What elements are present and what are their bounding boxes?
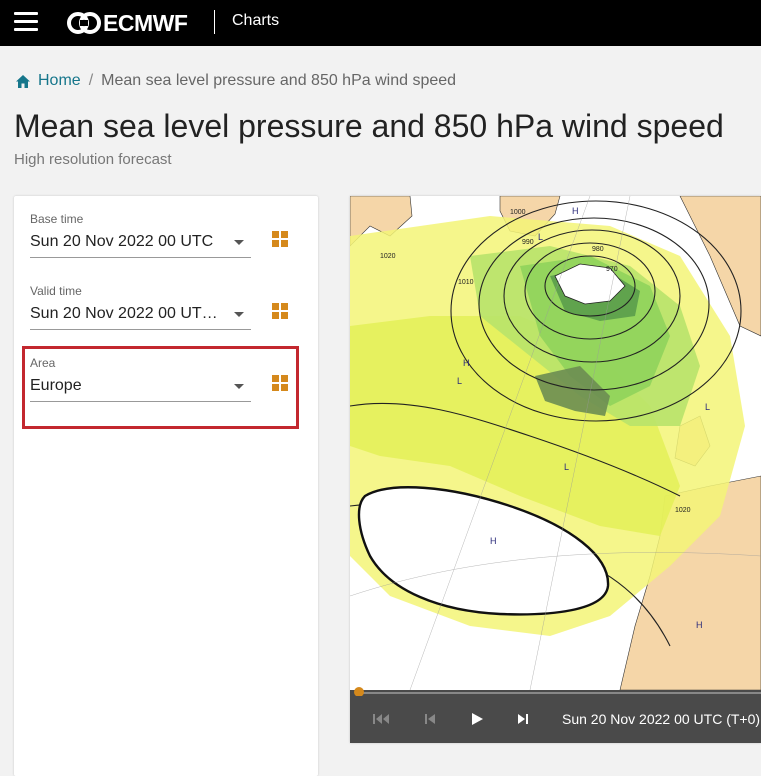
ecmwf-logo-mark-icon bbox=[67, 12, 101, 34]
breadcrumb-separator: / bbox=[88, 72, 94, 89]
chart-options-panel: Base time Sun 20 Nov 2022 00 UTC Valid t… bbox=[14, 196, 318, 776]
isobar-label: 1010 bbox=[458, 279, 474, 286]
breadcrumb: Home / Mean sea level pressure and 850 h… bbox=[15, 72, 456, 90]
isobar-label: 1020 bbox=[675, 507, 691, 514]
weather-map[interactable]: 1000 990 980 970 1010 1020 1020 H L H L … bbox=[350, 196, 761, 690]
isobar-label: 1000 bbox=[510, 209, 526, 216]
isobar-label: 970 bbox=[606, 266, 618, 273]
base-time-grid-icon[interactable] bbox=[272, 231, 288, 247]
brand-name: ECMWF bbox=[103, 9, 188, 36]
pressure-marker: H bbox=[572, 206, 579, 216]
valid-time-value: Sun 20 Nov 2022 00 UTC (T+0) bbox=[30, 305, 225, 322]
breadcrumb-home-link[interactable]: Home bbox=[38, 72, 81, 90]
home-icon[interactable] bbox=[15, 74, 31, 89]
chart-viewer: 1000 990 980 970 1010 1020 1020 H L H L … bbox=[350, 196, 761, 743]
pressure-marker: H bbox=[490, 536, 497, 546]
player-controls: Sun 20 Nov 2022 00 UTC (T+0) bbox=[350, 696, 761, 743]
previous-icon[interactable] bbox=[420, 710, 440, 728]
pressure-marker: L bbox=[564, 462, 569, 472]
valid-time-select[interactable]: Sun 20 Nov 2022 00 UTC (T+0) bbox=[30, 304, 251, 330]
next-icon[interactable] bbox=[513, 710, 533, 728]
pressure-marker: L bbox=[705, 402, 710, 412]
top-bar: ECMWF Charts bbox=[0, 0, 761, 46]
ecmwf-logo[interactable]: ECMWF bbox=[67, 9, 188, 36]
base-time-field: Base time Sun 20 Nov 2022 00 UTC bbox=[30, 212, 251, 258]
breadcrumb-current: Mean sea level pressure and 850 hPa wind… bbox=[101, 72, 457, 89]
page-subtitle: High resolution forecast bbox=[14, 151, 172, 168]
pressure-marker: L bbox=[538, 232, 543, 242]
isobar-label: 1020 bbox=[380, 253, 396, 260]
play-icon[interactable] bbox=[467, 710, 487, 728]
area-value: Europe bbox=[30, 377, 82, 394]
page-title: Mean sea level pressure and 850 hPa wind… bbox=[14, 108, 724, 144]
pressure-marker: L bbox=[457, 376, 462, 386]
area-field: Area Europe bbox=[30, 356, 251, 402]
valid-time-label: Valid time bbox=[30, 284, 82, 298]
base-time-value: Sun 20 Nov 2022 00 UTC bbox=[30, 233, 214, 250]
menu-icon[interactable] bbox=[14, 12, 38, 32]
valid-time-field: Valid time Sun 20 Nov 2022 00 UTC (T+0) bbox=[30, 284, 251, 330]
area-select[interactable]: Europe bbox=[30, 376, 251, 402]
base-time-label: Base time bbox=[30, 212, 84, 226]
valid-time-display: Sun 20 Nov 2022 00 UTC (T+0) bbox=[562, 711, 761, 727]
pressure-marker: H bbox=[696, 620, 703, 630]
time-slider-track bbox=[358, 692, 761, 694]
area-grid-icon[interactable] bbox=[272, 375, 288, 391]
base-time-select[interactable]: Sun 20 Nov 2022 00 UTC bbox=[30, 232, 251, 258]
pressure-marker: H bbox=[463, 358, 470, 368]
header-divider bbox=[214, 10, 215, 34]
app-name[interactable]: Charts bbox=[232, 12, 279, 30]
isobar-label: 980 bbox=[592, 246, 604, 253]
area-label: Area bbox=[30, 356, 56, 370]
chevron-down-icon bbox=[234, 312, 244, 317]
chevron-down-icon bbox=[234, 384, 244, 389]
isobar-label: 990 bbox=[522, 239, 534, 246]
chevron-down-icon bbox=[234, 240, 244, 245]
valid-time-grid-icon[interactable] bbox=[272, 303, 288, 319]
first-icon[interactable] bbox=[371, 710, 391, 728]
